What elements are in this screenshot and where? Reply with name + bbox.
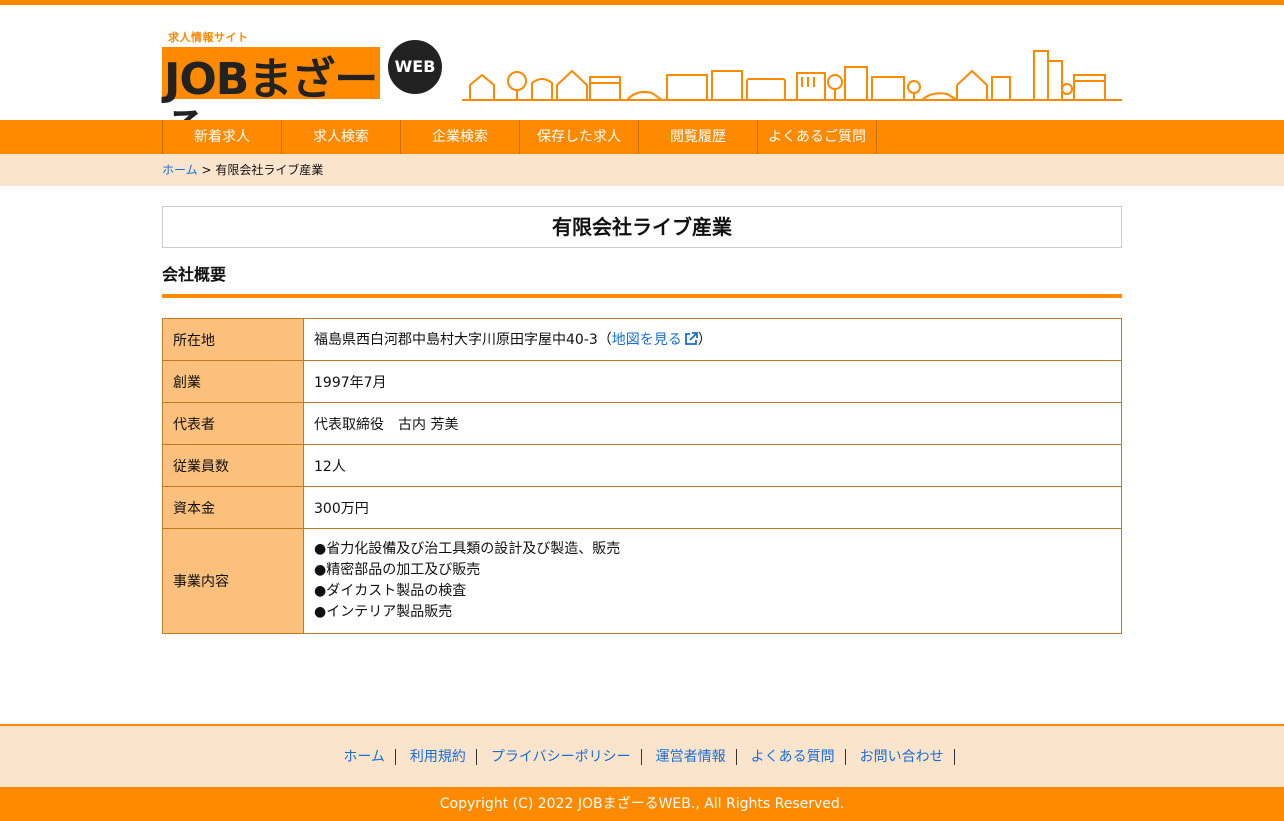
nav-item-job-search[interactable]: 求人検索 <box>282 120 401 154</box>
location-text: 福島県西白河郡中島村大字川原田字屋中40-3 <box>314 332 598 348</box>
map-link[interactable]: 地図を見る <box>612 332 698 348</box>
footer-link-faq[interactable]: よくある質問 <box>737 748 846 765</box>
paren-open: （ <box>597 332 612 348</box>
row-value-capital: 300万円 <box>303 486 1122 529</box>
company-info-table: 所在地 福島県西白河郡中島村大字川原田字屋中40-3（地図を見る ） 創業 199… <box>162 318 1122 634</box>
footer-link-home[interactable]: ホーム <box>329 748 396 765</box>
footer-link-contact[interactable]: お問い合わせ <box>846 748 955 765</box>
table-row: 事業内容 ●省力化設備及び治工具類の設計及び製造、販売 ●精密部品の加工及び販売… <box>162 528 1122 634</box>
row-value-business: ●省力化設備及び治工具類の設計及び製造、販売 ●精密部品の加工及び販売 ●ダイカ… <box>303 528 1122 634</box>
nav-item-faq[interactable]: よくあるご質問 <box>758 120 877 154</box>
row-value-representative: 代表取締役 古内 芳美 <box>303 402 1122 445</box>
logo-tagline: 求人情報サイト <box>168 31 249 44</box>
table-row: 従業員数 12人 <box>162 444 1122 487</box>
nav-item-new-jobs[interactable]: 新着求人 <box>163 120 282 154</box>
table-row: 創業 1997年7月 <box>162 360 1122 403</box>
copyright: Copyright (C) 2022 JOBまざーるWEB., All Righ… <box>0 787 1284 821</box>
external-link-icon <box>684 332 698 350</box>
company-title: 有限会社ライブ産業 <box>162 206 1122 248</box>
section-heading: 会社概要 <box>162 264 1122 298</box>
footer-link-operator[interactable]: 運営者情報 <box>642 748 737 765</box>
footer-link-privacy[interactable]: プライバシーポリシー <box>477 748 642 765</box>
breadcrumb-separator: > <box>201 163 212 177</box>
nav-item-saved-jobs[interactable]: 保存した求人 <box>520 120 639 154</box>
row-value-founded: 1997年7月 <box>303 360 1122 403</box>
nav-item-history[interactable]: 閲覧履歴 <box>639 120 758 154</box>
row-label-employees: 従業員数 <box>162 444 304 487</box>
business-line: ●省力化設備及び治工具類の設計及び製造、販売 <box>314 541 621 557</box>
row-value-employees: 12人 <box>303 444 1122 487</box>
nav-item-company-search[interactable]: 企業検索 <box>401 120 520 154</box>
row-label-representative: 代表者 <box>162 402 304 445</box>
map-link-label: 地図を見る <box>611 332 682 348</box>
row-label-location: 所在地 <box>162 318 304 361</box>
row-label-capital: 資本金 <box>162 486 304 529</box>
logo-web-badge: WEB <box>388 40 442 94</box>
table-row: 所在地 福島県西白河郡中島村大字川原田字屋中40-3（地図を見る ） <box>162 318 1122 361</box>
site-header: 求人情報サイト JOBまざーる WEB <box>0 5 1284 155</box>
breadcrumb: ホーム > 有限会社ライブ産業 <box>162 154 323 186</box>
footer-links: ホーム 利用規約 プライバシーポリシー 運営者情報 よくある質問 お問い合わせ <box>0 726 1284 787</box>
business-line: ●ダイカスト製品の検査 <box>314 583 467 599</box>
main-navigation: 新着求人 求人検索 企業検索 保存した求人 閲覧履歴 よくあるご質問 <box>0 120 1284 154</box>
row-value-location: 福島県西白河郡中島村大字川原田字屋中40-3（地図を見る ） <box>303 318 1122 361</box>
breadcrumb-current: 有限会社ライブ産業 <box>215 163 324 177</box>
site-logo[interactable]: 求人情報サイト JOBまざーる WEB <box>162 29 447 155</box>
row-label-founded: 創業 <box>162 360 304 403</box>
business-line: ●インテリア製品販売 <box>314 604 453 620</box>
row-label-business: 事業内容 <box>162 528 304 634</box>
footer-link-terms[interactable]: 利用規約 <box>396 748 477 765</box>
logo-background: JOBまざーる <box>162 47 380 155</box>
business-line: ●精密部品の加工及び販売 <box>314 562 481 578</box>
breadcrumb-home-link[interactable]: ホーム <box>162 163 198 177</box>
table-row: 資本金 300万円 <box>162 486 1122 529</box>
paren-close: ） <box>697 332 712 348</box>
site-footer: ホーム 利用規約 プライバシーポリシー 運営者情報 よくある質問 お問い合わせ <box>0 724 1284 787</box>
table-row: 代表者 代表取締役 古内 芳美 <box>162 402 1122 445</box>
skyline-illustration <box>462 50 1122 101</box>
breadcrumb-bar: ホーム > 有限会社ライブ産業 <box>0 154 1284 186</box>
